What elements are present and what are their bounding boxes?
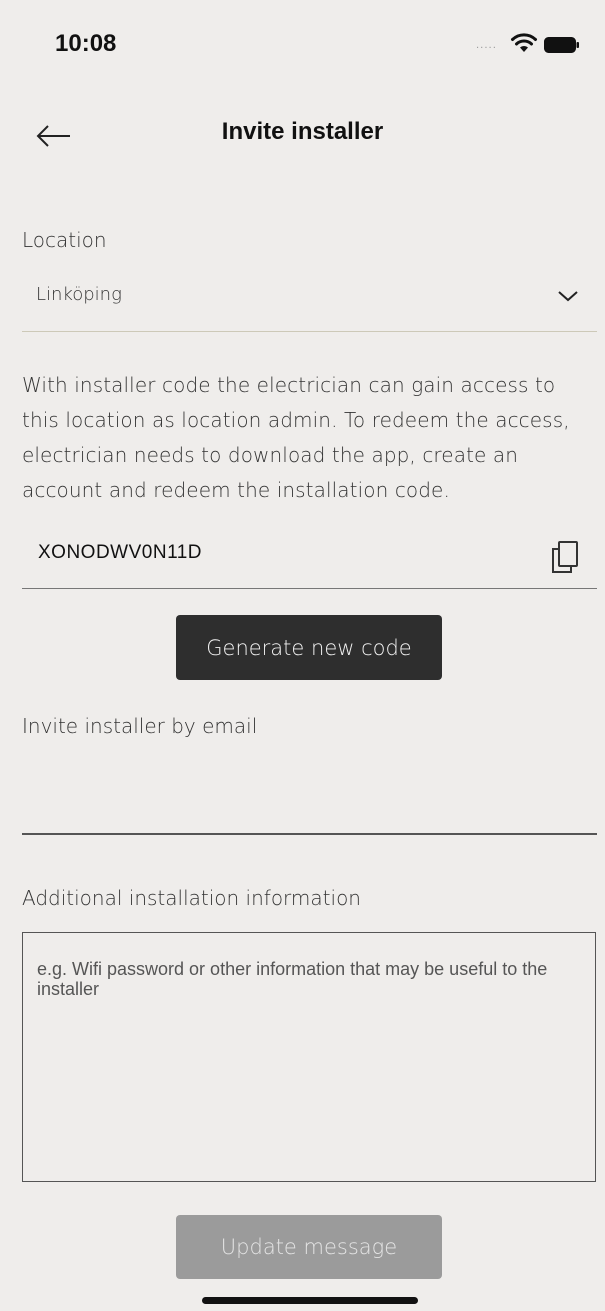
installer-code: XONODWV0N11D xyxy=(38,542,203,563)
email-label: Invite installer by email xyxy=(22,714,258,738)
location-value: Linköping xyxy=(36,284,122,305)
status-time: 10:08 xyxy=(55,30,117,57)
installer-code-row: XONODWV0N11D xyxy=(22,530,597,588)
signal-dots: ..... xyxy=(476,40,497,51)
chevron-down-icon xyxy=(557,288,579,307)
code-divider xyxy=(22,588,597,589)
email-input[interactable] xyxy=(22,752,597,832)
battery-icon xyxy=(544,37,580,57)
location-label: Location xyxy=(22,228,107,252)
copy-icon[interactable] xyxy=(551,540,579,578)
page-title: Invite installer xyxy=(221,118,384,145)
location-select[interactable]: Linköping xyxy=(22,268,597,332)
email-divider xyxy=(22,833,597,835)
additional-info-label: Additional installation information xyxy=(22,886,361,910)
update-message-button[interactable]: Update message xyxy=(176,1215,442,1279)
location-divider xyxy=(22,331,597,332)
generate-new-code-button[interactable]: Generate new code xyxy=(176,615,442,680)
additional-info-textarea[interactable] xyxy=(22,932,596,1182)
installer-info-text: With installer code the electrician can … xyxy=(22,373,570,502)
home-indicator xyxy=(202,1297,418,1304)
wifi-icon xyxy=(510,32,538,58)
